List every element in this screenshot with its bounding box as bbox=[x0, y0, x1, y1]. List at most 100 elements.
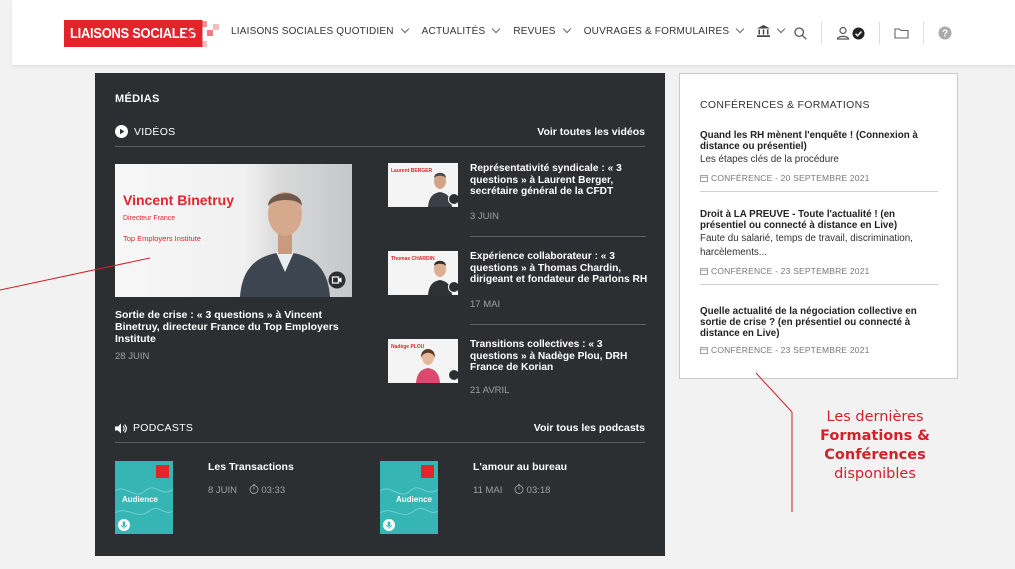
video-camera-icon bbox=[448, 369, 458, 381]
video-camera-icon bbox=[328, 271, 346, 289]
divider bbox=[821, 22, 822, 44]
brand-badge bbox=[421, 465, 434, 478]
video-title[interactable]: Transitions collectives : « 3 questions … bbox=[470, 339, 650, 374]
calendar-icon bbox=[700, 175, 708, 182]
site-logo[interactable]: LIAISONS SOCIALES bbox=[64, 19, 225, 47]
conference-item[interactable]: Quand les RH mènent l'enquête ! (Connexi… bbox=[700, 130, 938, 192]
videos-header: VIDÉOS Voir toutes les vidéos bbox=[115, 125, 645, 147]
video-title[interactable]: Représentativité syndicale : « 3 questio… bbox=[470, 163, 650, 198]
help-icon[interactable]: ? bbox=[938, 26, 952, 40]
microphone-icon bbox=[383, 519, 395, 531]
chevron-down-icon bbox=[735, 24, 745, 34]
annotation-callout: Les dernières Formations & Conférences d… bbox=[790, 408, 960, 484]
conference-title[interactable]: Quelle actualité de la négociation colle… bbox=[700, 306, 938, 339]
speaker-photo bbox=[240, 192, 330, 297]
conference-title[interactable]: Droit à LA PREUVE - Toute l'actualité ! … bbox=[700, 209, 938, 231]
annotation-line: Formations & bbox=[820, 428, 930, 444]
divider bbox=[470, 324, 646, 325]
conference-date: CONFÉRENCE - 23 SEPTEMBRE 2021 bbox=[711, 345, 870, 355]
check-badge-icon bbox=[852, 27, 865, 39]
play-circle-icon bbox=[115, 125, 128, 138]
nav-label: LIAISONS SOCIALES QUOTIDIEN bbox=[231, 25, 394, 37]
conference-item[interactable]: Droit à LA PREUVE - Toute l'actualité ! … bbox=[700, 209, 938, 285]
thumb-org: Top Employers Institute bbox=[123, 234, 201, 243]
nav-item-revues[interactable]: REVUES bbox=[513, 24, 571, 37]
annotation-line: disponibles bbox=[834, 466, 916, 482]
nav-item-ouvrages[interactable]: OUVRAGES & FORMULAIRES bbox=[583, 24, 745, 37]
podcast-title[interactable]: L'amour au bureau bbox=[473, 461, 567, 473]
podcast-date: 11 MAI bbox=[473, 485, 503, 496]
nav-label: OUVRAGES & FORMULAIRES bbox=[583, 25, 730, 37]
conference-desc: Les étapes clés de la procédure bbox=[700, 154, 839, 165]
annotation-line: Conférences bbox=[824, 447, 926, 463]
speaker-photo bbox=[416, 349, 440, 383]
nav-label: ACTUALITÉS bbox=[421, 25, 486, 37]
calendar-icon bbox=[700, 347, 708, 354]
nav-label: REVUES bbox=[513, 25, 556, 37]
video-thumbnail[interactable]: Thomas CHARDIN bbox=[388, 251, 458, 295]
speaker-icon bbox=[115, 423, 127, 433]
conference-title[interactable]: Quand les RH mènent l'enquête ! (Connexi… bbox=[700, 130, 938, 152]
nav-item-actualites[interactable]: ACTUALITÉS bbox=[421, 24, 501, 37]
thumb-role: Directeur France bbox=[123, 215, 176, 222]
folder-icon[interactable] bbox=[894, 27, 909, 39]
chevron-down-icon bbox=[492, 24, 501, 34]
video-date: 21 AVRIL bbox=[470, 385, 510, 396]
video-date: 17 MAI bbox=[470, 299, 501, 310]
podcast-meta: 11 MAI 03:18 bbox=[473, 484, 550, 496]
video-thumbnail[interactable]: Laurent BERGER bbox=[388, 163, 458, 207]
see-all-podcasts-link[interactable]: Voir tous les podcasts bbox=[534, 422, 645, 434]
video-date: 3 JUIN bbox=[470, 211, 500, 222]
podcasts-header: PODCASTS Voir tous les podcasts bbox=[115, 422, 645, 443]
conference-meta: CONFÉRENCE - 20 SEPTEMBRE 2021 bbox=[700, 173, 938, 183]
thumb-name: Vincent Binetruy bbox=[123, 192, 234, 208]
main-video-thumbnail[interactable]: Vincent Binetruy Directeur France Top Em… bbox=[115, 164, 352, 297]
see-all-videos-link[interactable]: Voir toutes les vidéos bbox=[537, 126, 645, 138]
timer-icon bbox=[514, 484, 524, 494]
svg-text:?: ? bbox=[942, 29, 948, 40]
microphone-icon bbox=[118, 519, 130, 531]
search-icon[interactable] bbox=[794, 26, 807, 40]
video-thumbnail[interactable]: Nadège PLOU bbox=[388, 339, 458, 383]
podcast-brand: Audience bbox=[122, 495, 159, 504]
conference-date: CONFÉRENCE - 23 SEPTEMBRE 2021 bbox=[711, 266, 870, 276]
top-header: LIAISONS SOCIALES LIAISONS SOCIALES QUOT… bbox=[12, 0, 1015, 66]
divider bbox=[923, 22, 924, 44]
conference-meta: CONFÉRENCE - 23 SEPTEMBRE 2021 bbox=[700, 266, 938, 276]
main-video-title[interactable]: Sortie de crise : « 3 questions » à Vinc… bbox=[115, 309, 355, 345]
user-icon bbox=[836, 26, 850, 40]
conference-desc: Faute du salarié, temps de travail, disc… bbox=[700, 233, 913, 258]
chevron-down-icon bbox=[400, 24, 409, 34]
podcast-title[interactable]: Les Transactions bbox=[208, 461, 294, 473]
thumb-name: Laurent BERGER bbox=[391, 168, 433, 174]
logo-text: LIAISONS SOCIALES bbox=[64, 19, 203, 47]
video-camera-icon bbox=[448, 193, 458, 205]
conferences-panel: CONFÉRENCES & FORMATIONS Quand les RH mè… bbox=[679, 73, 958, 379]
podcast-duration: 03:18 bbox=[526, 485, 551, 496]
podcast-date: 8 JUIN bbox=[208, 485, 238, 496]
timer-icon bbox=[249, 484, 259, 494]
divider bbox=[879, 22, 880, 44]
user-account[interactable] bbox=[836, 26, 865, 40]
conferences-title: CONFÉRENCES & FORMATIONS bbox=[700, 99, 870, 111]
chevron-down-icon bbox=[562, 24, 571, 34]
chevron-down-icon bbox=[776, 24, 786, 34]
logo-pixels bbox=[185, 21, 223, 47]
podcast-thumbnail[interactable]: Audience bbox=[380, 461, 438, 534]
media-panel: MÉDIAS VIDÉOS Voir toutes les vidéos Vin… bbox=[95, 73, 665, 556]
nav-item-institution[interactable] bbox=[757, 24, 786, 37]
conference-item[interactable]: Quelle actualité de la négociation colle… bbox=[700, 306, 938, 363]
conference-date: CONFÉRENCE - 20 SEPTEMBRE 2021 bbox=[711, 173, 870, 183]
podcast-brand: Audience bbox=[396, 495, 433, 504]
conference-meta: CONFÉRENCE - 23 SEPTEMBRE 2021 bbox=[700, 345, 938, 355]
annotation-line: Les dernières bbox=[826, 409, 924, 425]
nav-item-lsq[interactable]: LIAISONS SOCIALES QUOTIDIEN bbox=[231, 24, 409, 37]
podcasts-label: PODCASTS bbox=[133, 422, 194, 434]
videos-label: VIDÉOS bbox=[134, 125, 176, 138]
podcast-duration: 03:33 bbox=[261, 485, 286, 496]
main-nav: LIAISONS SOCIALES QUOTIDIEN ACTUALITÉS R… bbox=[231, 24, 798, 37]
video-title[interactable]: Expérience collaborateur : « 3 questions… bbox=[470, 251, 650, 286]
header-icons: ? bbox=[794, 22, 952, 44]
podcast-thumbnail[interactable]: Audience bbox=[115, 461, 173, 534]
divider bbox=[470, 236, 646, 237]
